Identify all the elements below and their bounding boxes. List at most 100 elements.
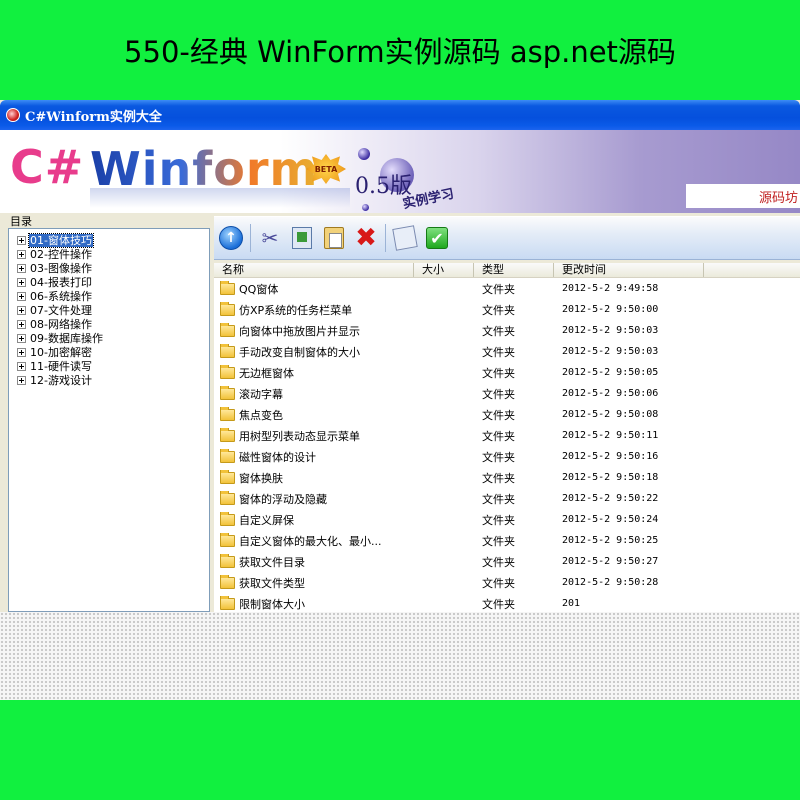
tree-item-label[interactable]: 04-报表打印 bbox=[29, 276, 93, 289]
row-modified: 2012-5-2 9:50:03 bbox=[562, 346, 659, 357]
tree-item[interactable]: 10-加密解密 bbox=[9, 345, 209, 359]
tree-item-label[interactable]: 06-系统操作 bbox=[29, 290, 93, 303]
list-row[interactable]: 获取文件类型 文件夹 2012-5-2 9:50:28 bbox=[214, 572, 800, 593]
expand-plus-icon[interactable] bbox=[17, 333, 26, 343]
tree-item[interactable]: 01-窗体技巧 bbox=[9, 232, 209, 248]
column-header-type[interactable]: 类型 bbox=[474, 263, 554, 277]
tree-item-label[interactable]: 10-加密解密 bbox=[29, 346, 93, 359]
tree-item-label[interactable]: 08-网络操作 bbox=[29, 318, 93, 331]
list-row[interactable]: 窗体换肤 文件夹 2012-5-2 9:50:18 bbox=[214, 467, 800, 488]
tree-item[interactable]: 09-数据库操作 bbox=[9, 331, 209, 345]
expand-plus-icon[interactable] bbox=[17, 277, 26, 287]
list-row[interactable]: 滚动字幕 文件夹 2012-5-2 9:50:06 bbox=[214, 383, 800, 404]
folder-icon bbox=[220, 406, 235, 421]
properties-icon bbox=[392, 225, 418, 251]
properties-button[interactable] bbox=[392, 225, 418, 251]
tree-item[interactable]: 03-图像操作 bbox=[9, 261, 209, 275]
folder-icon bbox=[220, 385, 235, 400]
tree-item[interactable]: 07-文件处理 bbox=[9, 303, 209, 317]
expand-plus-icon[interactable] bbox=[17, 319, 26, 329]
list-row[interactable]: 磁性窗体的设计 文件夹 2012-5-2 9:50:16 bbox=[214, 446, 800, 467]
column-header-size[interactable]: 大小 bbox=[414, 263, 474, 277]
beta-badge-label: BETA bbox=[314, 164, 338, 174]
folder-icon bbox=[220, 427, 235, 442]
row-modified: 2012-5-2 9:50:27 bbox=[562, 556, 659, 567]
tree-item[interactable]: 08-网络操作 bbox=[9, 317, 209, 331]
confirm-button[interactable]: ✔ bbox=[424, 225, 450, 251]
expand-plus-icon[interactable] bbox=[17, 361, 26, 371]
tree-item[interactable]: 11-硬件读写 bbox=[9, 359, 209, 373]
row-modified: 2012-5-2 9:50:03 bbox=[562, 325, 659, 336]
source-label-box: 源码坊 bbox=[686, 184, 800, 208]
row-name-cell: 自定义窗体的最大化、最小... bbox=[214, 532, 474, 549]
row-modified: 2012-5-2 9:50:00 bbox=[562, 304, 659, 315]
row-name: 向窗体中拖放图片并显示 bbox=[239, 324, 360, 338]
directory-tree[interactable]: 01-窗体技巧 02-控件操作 03-图像操作 04-报表打印 06-系统操作 07-文件… bbox=[8, 228, 210, 612]
list-row[interactable]: 用树型列表动态显示菜单 文件夹 2012-5-2 9:50:11 bbox=[214, 425, 800, 446]
paste-button[interactable] bbox=[321, 225, 347, 251]
tree-item[interactable]: 04-报表打印 bbox=[9, 275, 209, 289]
row-modified: 2012-5-2 9:50:25 bbox=[562, 535, 659, 546]
row-modified: 2012-5-2 9:50:06 bbox=[562, 388, 659, 399]
delete-button[interactable]: ✖ bbox=[353, 225, 379, 251]
tree-item-label[interactable]: 09-数据库操作 bbox=[29, 332, 104, 345]
row-name-cell: 自定义屏保 bbox=[214, 511, 474, 528]
back-icon: ↑ bbox=[219, 226, 243, 250]
expand-plus-icon[interactable] bbox=[17, 375, 26, 385]
expand-plus-icon[interactable] bbox=[17, 263, 26, 273]
tree-item[interactable]: 06-系统操作 bbox=[9, 289, 209, 303]
row-name: 自定义窗体的最大化、最小... bbox=[239, 534, 382, 548]
row-name-cell: 磁性窗体的设计 bbox=[214, 448, 474, 465]
confirm-icon: ✔ bbox=[426, 227, 448, 249]
app-icon[interactable] bbox=[6, 108, 20, 122]
list-row[interactable]: 向窗体中拖放图片并显示 文件夹 2012-5-2 9:50:03 bbox=[214, 320, 800, 341]
list-row[interactable]: 自定义窗体的最大化、最小... 文件夹 2012-5-2 9:50:25 bbox=[214, 530, 800, 551]
tree-item-label[interactable]: 03-图像操作 bbox=[29, 262, 93, 275]
list-row[interactable]: 焦点变色 文件夹 2012-5-2 9:50:08 bbox=[214, 404, 800, 425]
expand-plus-icon[interactable] bbox=[17, 291, 26, 301]
list-row[interactable]: 窗体的浮动及隐藏 文件夹 2012-5-2 9:50:22 bbox=[214, 488, 800, 509]
folder-icon bbox=[220, 280, 235, 295]
expand-plus-icon[interactable] bbox=[17, 249, 26, 259]
expand-plus-icon[interactable] bbox=[17, 347, 26, 357]
row-name-cell: QQ窗体 bbox=[214, 280, 474, 297]
list-row[interactable]: 获取文件目录 文件夹 2012-5-2 9:50:27 bbox=[214, 551, 800, 572]
folder-icon bbox=[220, 364, 235, 379]
row-name-cell: 手动改变自制窗体的大小 bbox=[214, 343, 474, 360]
cut-button[interactable]: ✂ bbox=[257, 225, 283, 251]
tree-item-label[interactable]: 07-文件处理 bbox=[29, 304, 93, 317]
row-type: 文件夹 bbox=[482, 303, 515, 317]
row-name: 无边框窗体 bbox=[239, 366, 294, 380]
file-list[interactable]: 名称 大小 类型 更改时间 QQ窗体 文件夹 2012-5-2 9:49:58 仿XP… bbox=[214, 263, 800, 612]
row-name: 获取文件类型 bbox=[239, 576, 305, 590]
list-row[interactable]: 手动改变自制窗体的大小 文件夹 2012-5-2 9:50:03 bbox=[214, 341, 800, 362]
content-panel: ↑ ✂ ✖ ✔ 名称 大小 类型 更改时间 QQ窗体 文件夹 2012-5-2 9:… bbox=[212, 213, 800, 612]
expand-plus-icon[interactable] bbox=[17, 235, 26, 245]
row-type: 文件夹 bbox=[482, 492, 515, 506]
list-row[interactable]: 仿XP系统的任务栏菜单 文件夹 2012-5-2 9:50:00 bbox=[214, 299, 800, 320]
column-header-name[interactable]: 名称 bbox=[214, 263, 414, 277]
copy-button[interactable] bbox=[289, 225, 315, 251]
row-type: 文件夹 bbox=[482, 345, 515, 359]
tree-item-label[interactable]: 12-游戏设计 bbox=[29, 374, 93, 387]
expand-plus-icon[interactable] bbox=[17, 305, 26, 315]
row-name-cell: 限制窗体大小 bbox=[214, 595, 474, 612]
row-modified: 2012-5-2 9:50:11 bbox=[562, 430, 659, 441]
tree-item-label[interactable]: 11-硬件读写 bbox=[29, 360, 93, 373]
title-bar[interactable]: C#Winform实例大全 bbox=[0, 100, 800, 130]
tree-item[interactable]: 02-控件操作 bbox=[9, 247, 209, 261]
list-row[interactable]: 无边框窗体 文件夹 2012-5-2 9:50:05 bbox=[214, 362, 800, 383]
tree-item-label[interactable]: 02-控件操作 bbox=[29, 248, 93, 261]
row-name: 磁性窗体的设计 bbox=[239, 450, 316, 464]
back-button[interactable]: ↑ bbox=[218, 225, 244, 251]
tree-item-label[interactable]: 01-窗体技巧 bbox=[28, 232, 94, 248]
tree-item[interactable]: 12-游戏设计 bbox=[9, 373, 209, 387]
list-row[interactable]: 限制窗体大小 文件夹 201 bbox=[214, 593, 800, 612]
cut-icon: ✂ bbox=[261, 226, 279, 250]
column-header-modified[interactable]: 更改时间 bbox=[554, 263, 704, 277]
list-header: 名称 大小 类型 更改时间 bbox=[214, 263, 800, 278]
folder-icon bbox=[220, 595, 235, 610]
list-row[interactable]: 自定义屏保 文件夹 2012-5-2 9:50:24 bbox=[214, 509, 800, 530]
copy-icon bbox=[292, 227, 312, 249]
list-row[interactable]: QQ窗体 文件夹 2012-5-2 9:49:58 bbox=[214, 278, 800, 299]
